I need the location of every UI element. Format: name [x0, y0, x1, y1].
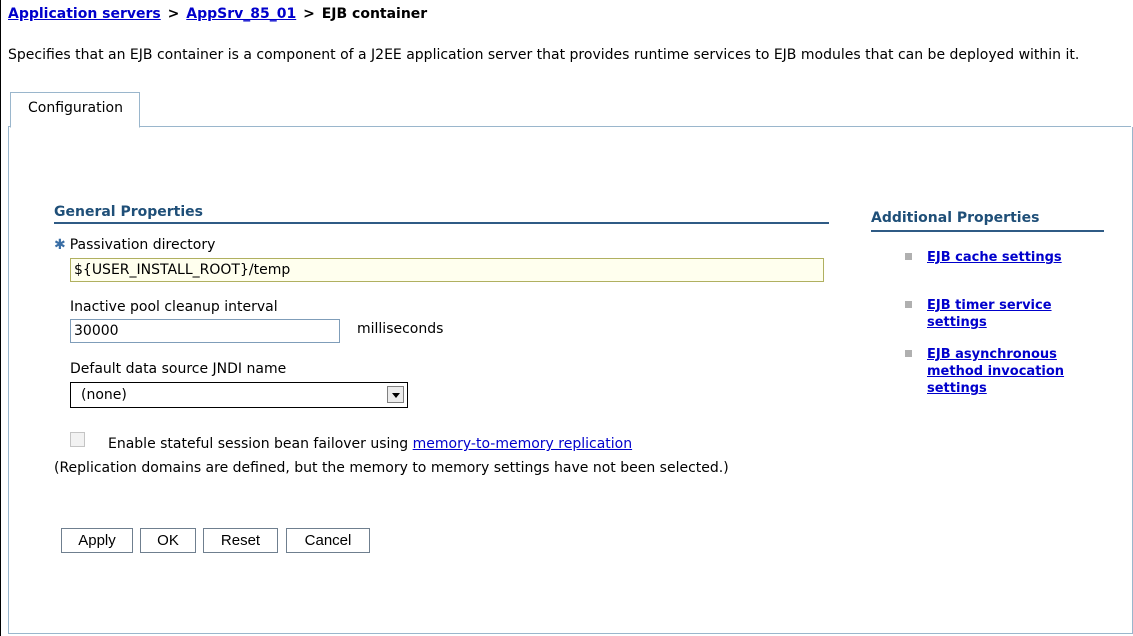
tab-configuration[interactable]: Configuration: [10, 92, 140, 128]
apply-button[interactable]: Apply: [61, 528, 133, 553]
ok-button[interactable]: OK: [140, 528, 196, 553]
cleanup-interval-input[interactable]: [70, 319, 340, 343]
breadcrumb: Application servers > AppSrv_85_01 > EJB…: [8, 6, 427, 22]
failover-label: Enable stateful session bean failover us…: [108, 436, 632, 452]
bullet-icon: [905, 301, 912, 308]
general-properties-heading: General Properties: [54, 204, 203, 220]
jndi-name-select[interactable]: (none): [70, 382, 408, 408]
dropdown-arrow-icon[interactable]: [387, 386, 404, 403]
additional-properties-heading: Additional Properties: [871, 210, 1040, 226]
passivation-directory-label-text: Passivation directory: [69, 237, 216, 253]
general-properties-divider: [54, 222, 829, 224]
ejb-cache-settings-link[interactable]: EJB cache settings: [927, 249, 1107, 266]
breadcrumb-separator: >: [167, 6, 180, 22]
replication-note: (Replication domains are defined, but th…: [54, 460, 729, 476]
passivation-directory-label: ✱ Passivation directory: [54, 237, 215, 253]
jndi-name-selected-value: (none): [81, 387, 127, 403]
page-left-border: [0, 0, 1, 636]
failover-checkbox[interactable]: [70, 432, 85, 447]
failover-label-text: Enable stateful session bean failover us…: [108, 436, 409, 452]
cancel-button[interactable]: Cancel: [286, 528, 370, 553]
required-asterisk-icon: ✱: [54, 237, 66, 253]
cleanup-interval-label: Inactive pool cleanup interval: [70, 299, 278, 315]
page-description: Specifies that an EJB container is a com…: [8, 47, 1080, 63]
tab-strip: Configuration: [8, 86, 1131, 128]
ejb-async-invocation-settings-link[interactable]: EJB asynchronous method invocation setti…: [927, 346, 1107, 397]
memory-replication-link[interactable]: memory-to-memory replication: [413, 436, 632, 452]
breadcrumb-separator: >: [303, 6, 315, 22]
breadcrumb-current: EJB container: [321, 6, 428, 22]
passivation-directory-input[interactable]: [70, 258, 824, 282]
jndi-name-label: Default data source JNDI name: [70, 361, 287, 377]
bullet-icon: [905, 253, 912, 260]
breadcrumb-link-application-servers[interactable]: Application servers: [8, 6, 161, 22]
cleanup-interval-unit: milliseconds: [357, 321, 444, 337]
reset-button[interactable]: Reset: [203, 528, 278, 553]
breadcrumb-link-appsrv[interactable]: AppSrv_85_01: [186, 6, 296, 22]
additional-properties-divider: [871, 230, 1104, 232]
bullet-icon: [905, 350, 912, 357]
ejb-timer-service-settings-link[interactable]: EJB timer service settings: [927, 297, 1107, 331]
